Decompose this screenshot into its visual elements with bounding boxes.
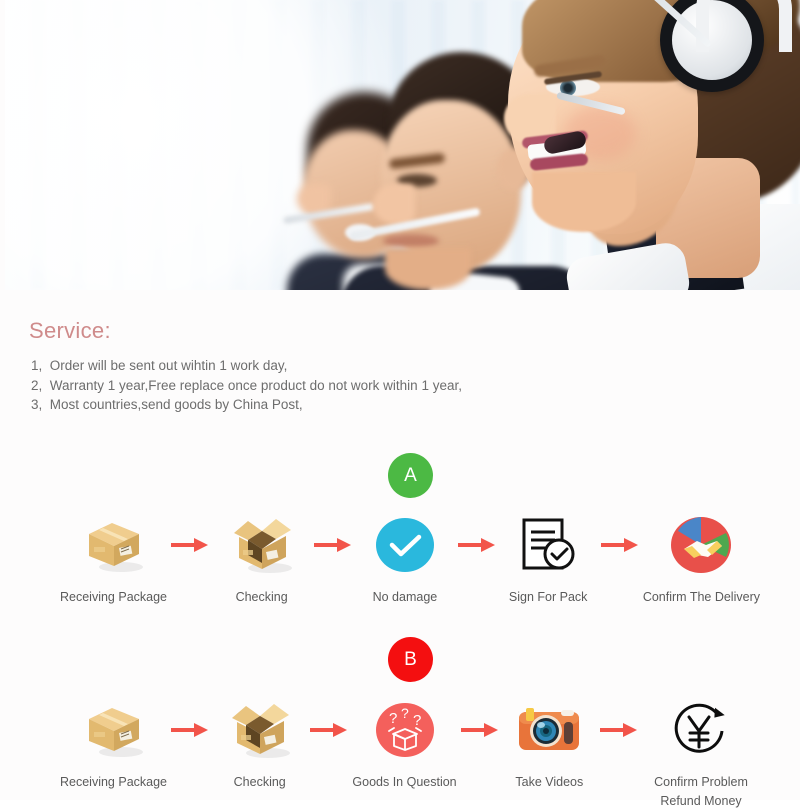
flow-step: ? ? ? Goods In Question [352,697,457,792]
flow-step: Receiving Package [60,512,167,607]
flow-arrow-icon [310,512,356,578]
flow-step: Take Videos [503,697,596,792]
svg-text:?: ? [401,705,409,721]
service-heading: Service: [29,318,111,343]
flow-step-label: Receiving Package [60,590,168,604]
service-info-page: Service: 1, Order will be sent out wihti… [0,0,800,808]
flow-badge-a: A [388,453,433,498]
flow-step: Confirm The Delivery [643,512,760,607]
question-box-circle-icon: ? ? ? [375,697,435,763]
agent-front-figure [460,0,800,290]
svg-text:?: ? [413,712,421,729]
yen-refund-icon [671,697,731,763]
document-check-icon [518,512,578,578]
closed-box-icon [81,697,147,763]
flow-step-label: Receiving Package [60,775,168,789]
blue-check-circle-icon [375,512,435,578]
flow-step: No damage [356,512,453,607]
flow-arrow-icon [167,697,213,763]
flow-step: Checking [213,697,306,792]
flow-step: Receiving Package [60,697,167,792]
call-center-hero-photo [5,0,800,290]
flow-arrow-icon [457,697,503,763]
flow-step-label: Confirm Problem Refund Money [654,775,748,808]
flow-step: Checking [213,512,310,607]
flow-step-label: No damage [372,590,438,604]
flow-arrow-icon [596,697,642,763]
flow-row-b: Receiving Package Checking ? ? ? Goods I… [60,697,760,811]
flow-step-label: Checking [233,775,286,789]
svg-text:?: ? [389,710,397,727]
flow-arrow-icon [597,512,643,578]
flow-step: Sign For Pack [500,512,597,607]
flow-row-a: Receiving Package Checking No damage Sig… [60,512,760,607]
camera-icon [517,697,581,763]
service-term: 3, Most countries,send goods by China Po… [31,397,303,412]
open-box-icon [226,697,294,763]
flow-step-label: Take Videos [515,775,584,789]
service-term: 1, Order will be sent out wihtin 1 work … [31,358,288,373]
flow-step-label: Sign For Pack [508,590,588,604]
flow-arrow-icon [167,512,213,578]
service-term: 2, Warranty 1 year,Free replace once pro… [31,377,462,393]
flow-step-label: Goods In Question [352,775,457,789]
flow-badge-b: B [388,637,433,682]
flow-step-label: Checking [235,590,288,604]
handshake-circle-icon [670,512,732,578]
flow-step: Confirm Problem Refund Money [642,697,760,811]
open-box-icon [228,512,296,578]
flow-step-label: Confirm The Delivery [642,590,760,604]
flow-arrow-icon [454,512,500,578]
closed-box-icon [81,512,147,578]
service-terms-list: 1, Order will be sent out wihtin 1 work … [31,356,462,415]
flow-arrow-icon [306,697,352,763]
